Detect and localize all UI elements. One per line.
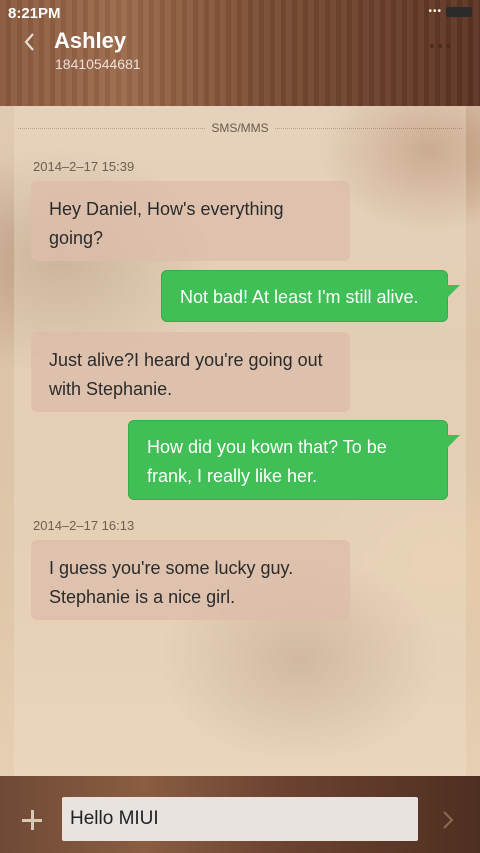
contact-name: Ashley: [54, 28, 127, 53]
status-indicators: •••: [428, 6, 472, 17]
message-timestamp: 2014–2–17 16:13: [33, 518, 135, 533]
battery-icon: [446, 6, 472, 17]
status-time: 8:21PM: [8, 5, 61, 22]
channel-divider: SMS/MMS: [18, 121, 462, 135]
incoming-message-bubble[interactable]: Hey Daniel, How's everything going?: [31, 181, 350, 261]
message-timestamp: 2014–2–17 15:39: [33, 159, 135, 174]
channel-label: SMS/MMS: [211, 121, 269, 135]
incoming-message-bubble[interactable]: Just alive?I heard you're going out with…: [31, 332, 350, 412]
back-arrow-icon[interactable]: [18, 28, 42, 56]
more-options-icon[interactable]: [430, 44, 450, 48]
message-input[interactable]: Hello MIUI: [62, 797, 418, 841]
outgoing-message-bubble[interactable]: How did you kown that? To be frank, I re…: [128, 420, 460, 500]
signal-icon: •••: [428, 6, 442, 17]
incoming-message-bubble[interactable]: I guess you're some lucky guy. Stephanie…: [31, 540, 350, 620]
send-arrow-icon[interactable]: [440, 808, 456, 832]
outgoing-message-bubble[interactable]: Not bad! At least I'm still alive.: [161, 270, 460, 322]
contact-number: 18410544681: [55, 56, 141, 72]
add-attachment-icon[interactable]: [20, 808, 44, 832]
